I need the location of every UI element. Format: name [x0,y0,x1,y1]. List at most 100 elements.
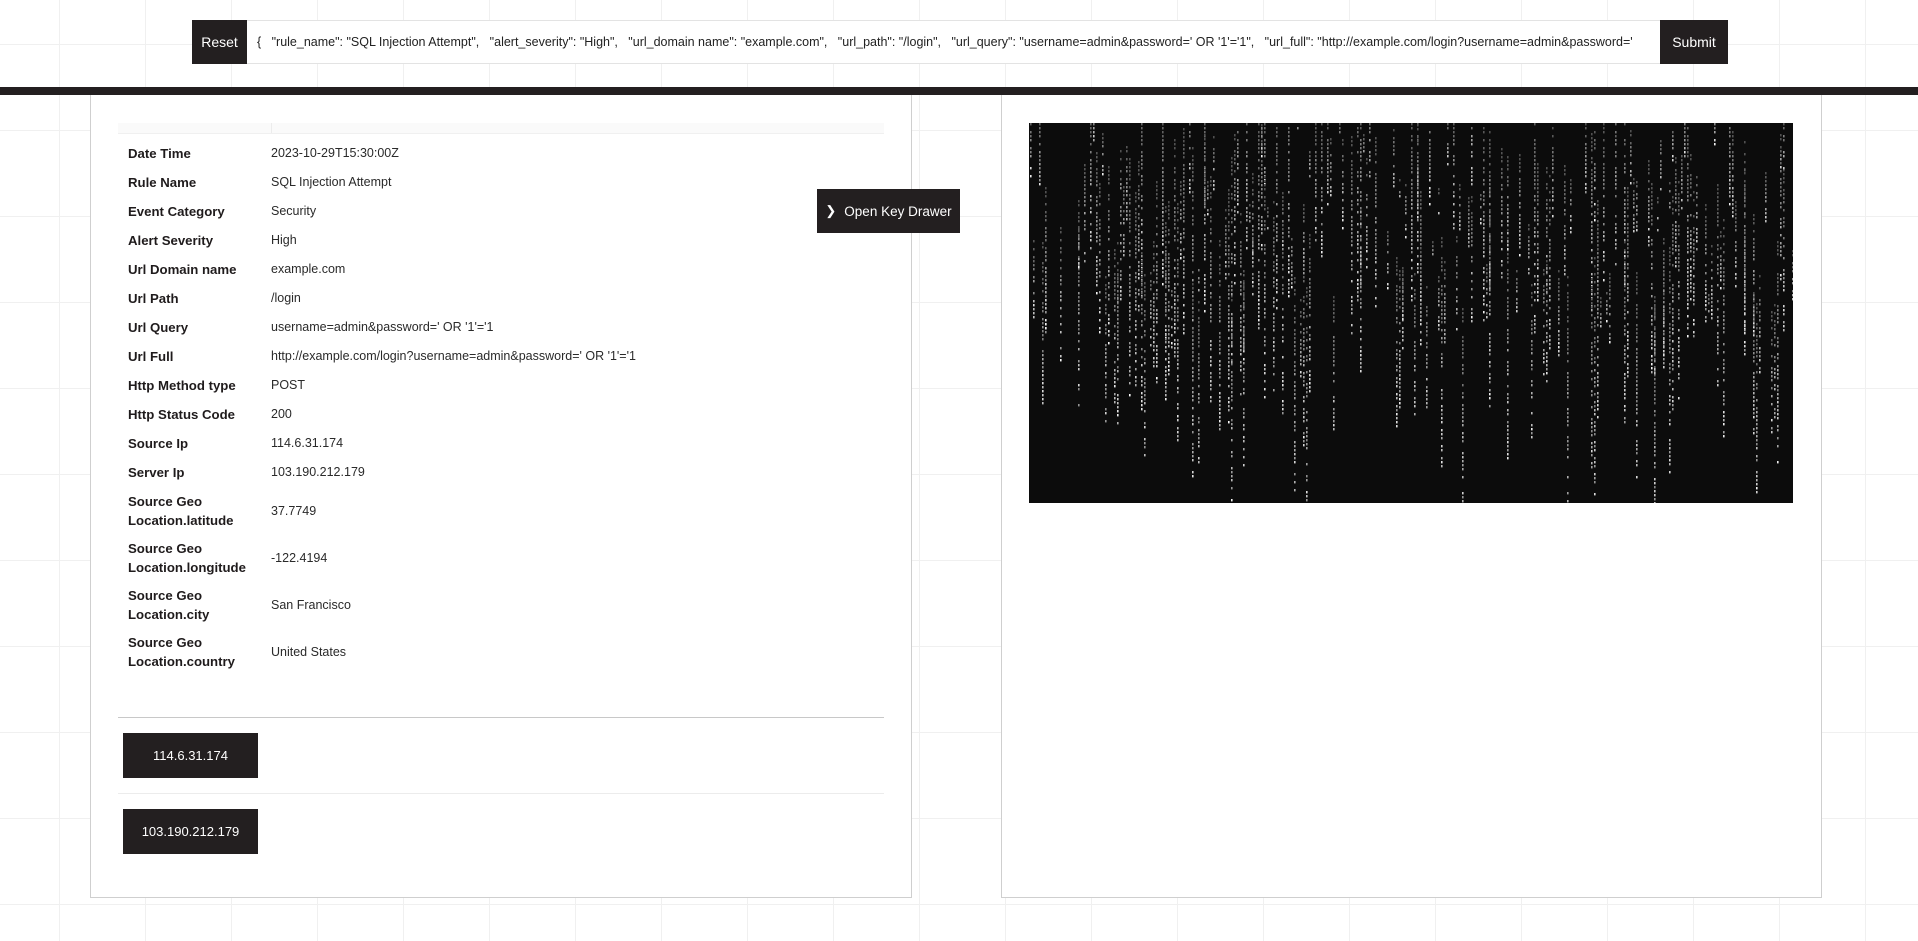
matrix-glyph [1192,163,1194,166]
matrix-glyph [1432,245,1434,248]
matrix-glyph [1288,135,1290,138]
ip-address-button[interactable]: 103.190.212.179 [123,809,258,854]
matrix-glyph [1756,311,1758,314]
matrix-glyph [1753,316,1755,319]
matrix-glyph [1723,267,1725,270]
matrix-glyph [1252,253,1254,256]
matrix-glyph [1663,338,1665,341]
matrix-glyph [1117,269,1119,272]
matrix-glyph [1105,360,1107,363]
matrix-glyph [1084,260,1086,263]
matrix-glyph [1651,251,1653,254]
matrix-glyph [1174,331,1176,334]
matrix-glyph [1456,276,1458,279]
matrix-glyph [1360,239,1362,242]
matrix-glyph [1471,155,1473,158]
matrix-glyph [1261,140,1263,143]
reset-button[interactable]: Reset [192,20,247,64]
matrix-glyph [1369,123,1371,126]
submit-button[interactable]: Submit [1660,20,1728,64]
matrix-glyph [1045,203,1047,206]
matrix-glyph [1507,232,1509,235]
matrix-glyph [1321,255,1323,258]
matrix-glyph [1636,205,1638,208]
matrix-glyph [1294,389,1296,392]
matrix-glyph [1654,344,1656,347]
matrix-glyph [1534,207,1536,210]
matrix-glyph [1558,294,1560,297]
matrix-glyph [1549,339,1551,342]
matrix-glyph [1567,316,1569,319]
matrix-glyph [1624,207,1626,210]
matrix-glyph [1204,151,1206,154]
matrix-glyph [1600,325,1602,328]
matrix-glyph [1537,279,1539,282]
matrix-glyph [1597,316,1599,319]
matrix-glyph [1225,245,1227,248]
matrix-glyph [1420,343,1422,346]
detail-row: Source Geo Location.country United States [118,628,884,675]
matrix-glyph [1357,295,1359,298]
matrix-glyph [1507,224,1509,227]
matrix-glyph [1204,194,1206,197]
matrix-glyph [1462,368,1464,371]
matrix-glyph [1723,219,1725,222]
matrix-glyph [1174,287,1176,290]
matrix-glyph [1531,428,1533,431]
matrix-glyph [1402,335,1404,338]
matrix-glyph [1543,325,1545,328]
open-key-drawer-button[interactable]: ❯ Open Key Drawer [817,189,960,233]
matrix-glyph [1417,160,1419,163]
matrix-glyph [1687,231,1689,234]
matrix-glyph [1183,288,1185,291]
matrix-glyph [1396,397,1398,400]
matrix-glyph [1507,216,1509,219]
matrix-glyph [1501,264,1503,267]
detail-label: Source Ip [128,436,189,451]
matrix-glyph [1375,137,1377,140]
matrix-glyph [1459,188,1461,191]
matrix-glyph [1240,365,1242,368]
matrix-glyph [1165,325,1167,328]
matrix-glyph [1633,214,1635,217]
matrix-glyph [1183,176,1185,179]
matrix-glyph [1294,453,1296,456]
matrix-glyph [1108,226,1110,229]
matrix-glyph [1516,286,1518,289]
matrix-glyph [1594,143,1596,146]
matrix-glyph [1672,364,1674,367]
matrix-glyph [1084,164,1086,167]
matrix-glyph [1369,155,1371,158]
matrix-glyph [1624,199,1626,202]
matrix-glyph [1321,167,1323,170]
matrix-glyph [1678,257,1680,260]
matrix-glyph [1486,292,1488,295]
matrix-glyph [1303,336,1305,339]
matrix-glyph [1567,444,1569,447]
matrix-glyph [1783,189,1785,192]
matrix-glyph [1303,344,1305,347]
matrix-glyph [1120,278,1122,281]
matrix-glyph [1705,320,1707,323]
matrix-glyph [1231,387,1233,390]
matrix-glyph [1375,285,1377,288]
matrix-glyph [1594,449,1596,452]
query-input[interactable]: { "rule_name": "SQL Injection Attempt", … [247,20,1660,64]
matrix-glyph [1675,157,1677,160]
matrix-glyph [1243,416,1245,419]
matrix-glyph [1264,316,1266,319]
ip-address-button[interactable]: 114.6.31.174 [123,733,258,778]
matrix-glyph [1609,281,1611,284]
matrix-glyph [1627,231,1629,234]
matrix-glyph [1417,143,1419,146]
matrix-glyph [1306,387,1308,390]
matrix-glyph [1243,464,1245,467]
matrix-glyph [1162,271,1164,274]
matrix-glyph [1489,249,1491,252]
matrix-glyph [1243,408,1245,411]
matrix-glyph [1141,304,1143,307]
matrix-glyph [1507,253,1509,256]
matrix-glyph [1165,398,1167,401]
matrix-glyph [1258,215,1260,218]
matrix-glyph [1753,270,1755,273]
